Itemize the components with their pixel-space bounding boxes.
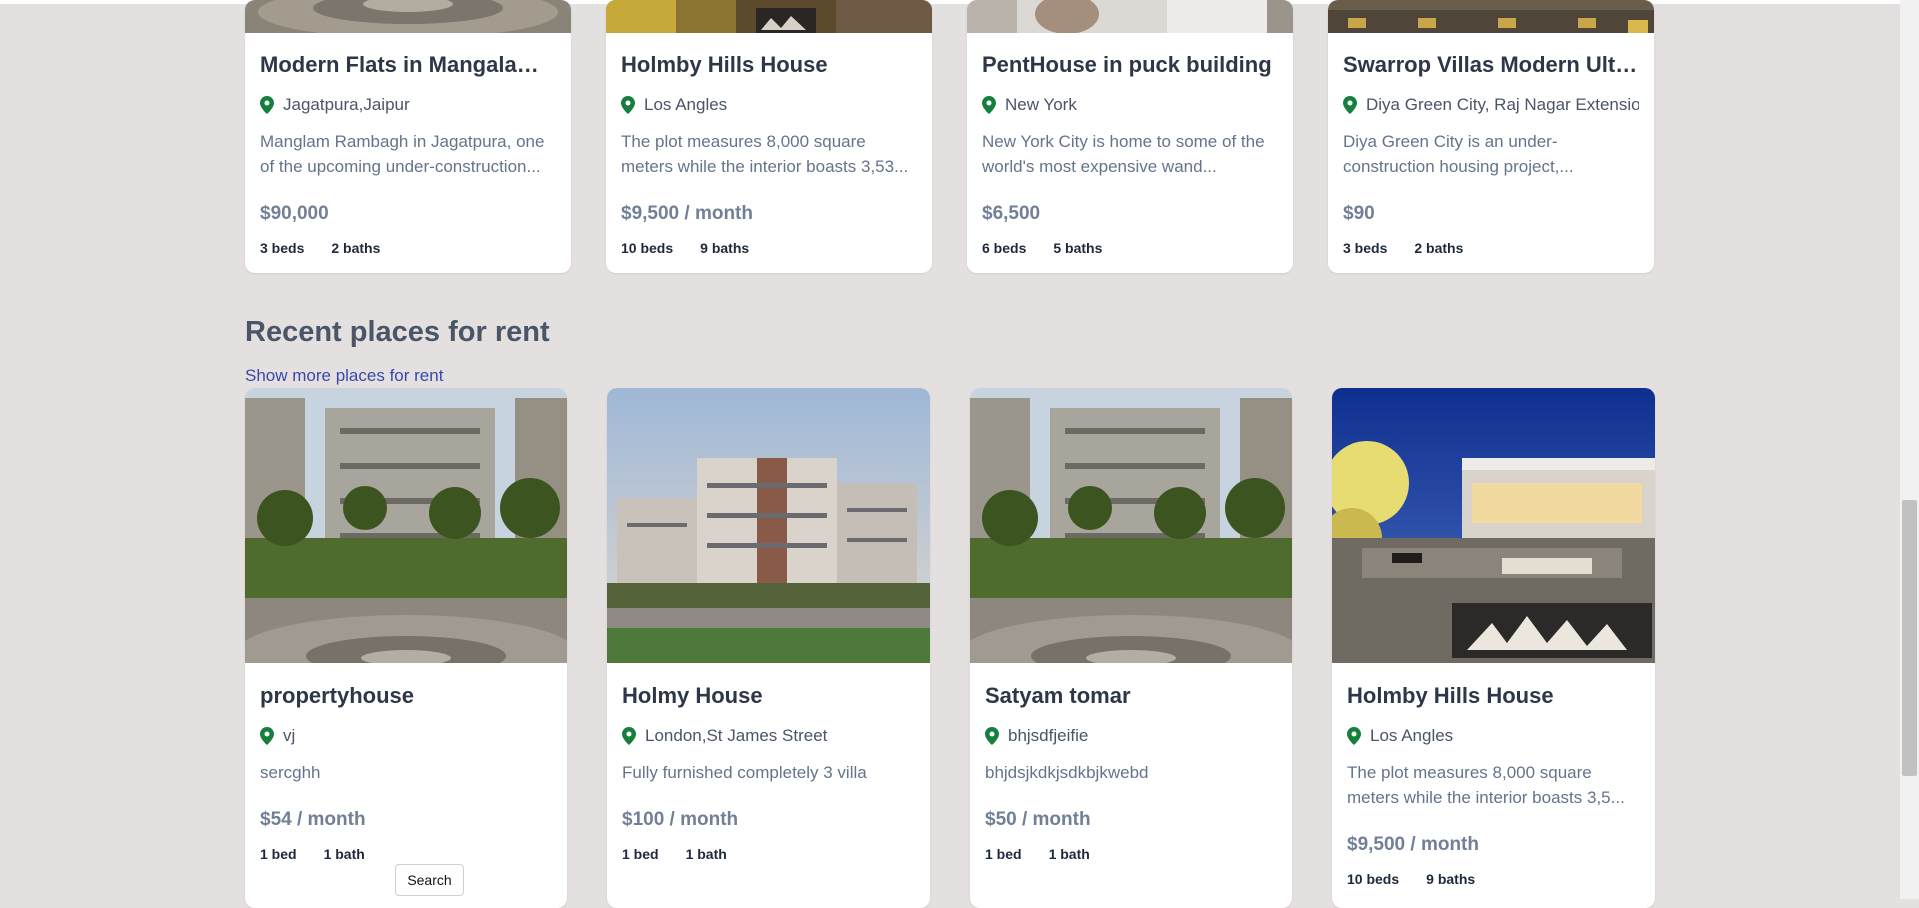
property-image — [607, 388, 930, 663]
property-title[interactable]: propertyhouse — [260, 683, 552, 709]
sale-card-4[interactable]: Swarrop Villas Modern Ultra Luxury Diya … — [1328, 0, 1654, 273]
baths-count: 2 baths — [1414, 240, 1464, 256]
location-text: Los Angles — [1370, 726, 1454, 745]
property-price: $9,500 / month — [1347, 834, 1479, 855]
beds-count: 1 bed — [622, 846, 659, 862]
beds-count: 3 beds — [1343, 240, 1388, 256]
property-location: Jagatpura,Jaipur — [260, 95, 556, 115]
property-price: $6,500 — [982, 203, 1041, 224]
rent-card-3[interactable]: Satyam tomar bhjsdfjeifie bhjdsjkdkjsdkb… — [970, 388, 1292, 908]
map-pin-icon — [1347, 727, 1361, 745]
map-pin-icon — [260, 727, 274, 745]
location-text: Los Angles — [644, 95, 728, 114]
property-location: vj — [260, 726, 552, 746]
map-pin-icon — [260, 96, 274, 114]
baths-count: 1 bath — [1048, 846, 1090, 862]
property-specs: 1 bed 1 bath — [985, 846, 1090, 862]
property-price: $54 / month — [260, 809, 366, 830]
scrollbar-track[interactable] — [1900, 0, 1919, 899]
map-pin-icon — [985, 727, 999, 745]
property-title[interactable]: Holmby Hills House — [621, 52, 917, 78]
property-title[interactable]: Holmy House — [622, 683, 915, 709]
property-title[interactable]: Satyam tomar — [985, 683, 1277, 709]
baths-count: 9 baths — [700, 240, 750, 256]
location-text: Jagatpura,Jaipur — [283, 95, 410, 114]
property-image — [1328, 0, 1654, 33]
baths-count: 9 baths — [1426, 871, 1476, 887]
property-location: bhjsdfjeifie — [985, 726, 1277, 746]
property-image — [245, 0, 571, 33]
location-text: London,St James Street — [645, 726, 828, 745]
location-text: New York — [1005, 95, 1077, 114]
property-specs: 3 beds 2 baths — [1343, 240, 1463, 256]
rent-card-4[interactable]: Holmby Hills House Los Angles The plot m… — [1332, 388, 1655, 908]
property-specs: 6 beds 5 baths — [982, 240, 1102, 256]
property-description: Diya Green City is an under-construction… — [1343, 132, 1574, 176]
property-location: London,St James Street — [622, 726, 915, 746]
property-image — [1332, 388, 1655, 663]
property-location: Los Angles — [1347, 726, 1640, 746]
property-image — [967, 0, 1293, 33]
property-location: Diya Green City, Raj Nagar Extension — [1343, 95, 1639, 115]
property-price: $90,000 — [260, 203, 329, 224]
beds-count: 3 beds — [260, 240, 305, 256]
baths-count: 5 baths — [1053, 240, 1103, 256]
beds-count: 10 beds — [621, 240, 674, 256]
property-specs: 1 bed 1 bath — [622, 846, 727, 862]
property-description: bhjdsjkdkjsdkbjkwebd — [985, 763, 1149, 782]
location-text: Diya Green City, Raj Nagar Extension — [1366, 95, 1639, 114]
property-location: New York — [982, 95, 1278, 115]
property-location: Los Angles — [621, 95, 917, 115]
map-pin-icon — [1343, 96, 1357, 114]
sale-card-2[interactable]: Holmby Hills House Los Angles The plot m… — [606, 0, 932, 273]
section-title: Recent places for rent — [245, 316, 550, 348]
sale-card-3[interactable]: PentHouse in puck building New York New … — [967, 0, 1293, 273]
property-description: Fully furnished completely 3 villa — [622, 763, 867, 782]
property-specs: 10 beds 9 baths — [1347, 871, 1475, 887]
map-pin-icon — [982, 96, 996, 114]
map-pin-icon — [621, 96, 635, 114]
property-title[interactable]: Modern Flats in Mangalam Rambagh — [260, 52, 556, 78]
property-title[interactable]: PentHouse in puck building — [982, 52, 1278, 78]
property-title[interactable]: Swarrop Villas Modern Ultra Luxury — [1343, 52, 1639, 78]
property-description: The plot measures 8,000 square meters wh… — [621, 132, 909, 176]
beds-count: 1 bed — [985, 846, 1022, 862]
beds-count: 1 bed — [260, 846, 297, 862]
map-pin-icon — [622, 727, 636, 745]
property-title[interactable]: Holmby Hills House — [1347, 683, 1640, 709]
rent-card-1[interactable]: propertyhouse vj sercghh $54 / month 1 b… — [245, 388, 567, 908]
property-price: $100 / month — [622, 809, 739, 830]
beds-count: 6 beds — [982, 240, 1027, 256]
baths-count: 2 baths — [331, 240, 381, 256]
property-price: $90 — [1343, 203, 1375, 224]
property-price: $9,500 / month — [621, 203, 753, 224]
property-image — [245, 388, 567, 663]
property-image — [970, 388, 1292, 663]
property-image — [606, 0, 932, 33]
property-specs: 3 beds 2 baths — [260, 240, 380, 256]
property-description: New York City is home to some of the wor… — [982, 132, 1265, 176]
property-specs: 10 beds 9 baths — [621, 240, 749, 256]
baths-count: 1 bath — [323, 846, 365, 862]
rent-card-2[interactable]: Holmy House London,St James Street Fully… — [607, 388, 930, 908]
property-description: Manglam Rambagh in Jagatpura, one of the… — [260, 132, 545, 176]
sale-card-1[interactable]: Modern Flats in Mangalam Rambagh Jagatpu… — [245, 0, 571, 273]
beds-count: 10 beds — [1347, 871, 1400, 887]
property-specs: 1 bed 1 bath — [260, 846, 365, 862]
scrollbar-thumb[interactable] — [1902, 500, 1917, 776]
property-description: sercghh — [260, 763, 321, 782]
search-button[interactable]: Search — [395, 864, 464, 896]
property-description: The plot measures 8,000 square meters wh… — [1347, 763, 1625, 807]
property-price: $50 / month — [985, 809, 1091, 830]
baths-count: 1 bath — [685, 846, 727, 862]
location-text: bhjsdfjeifie — [1008, 726, 1089, 745]
location-text: vj — [283, 726, 296, 745]
show-more-rent-link[interactable]: Show more places for rent — [245, 366, 443, 386]
